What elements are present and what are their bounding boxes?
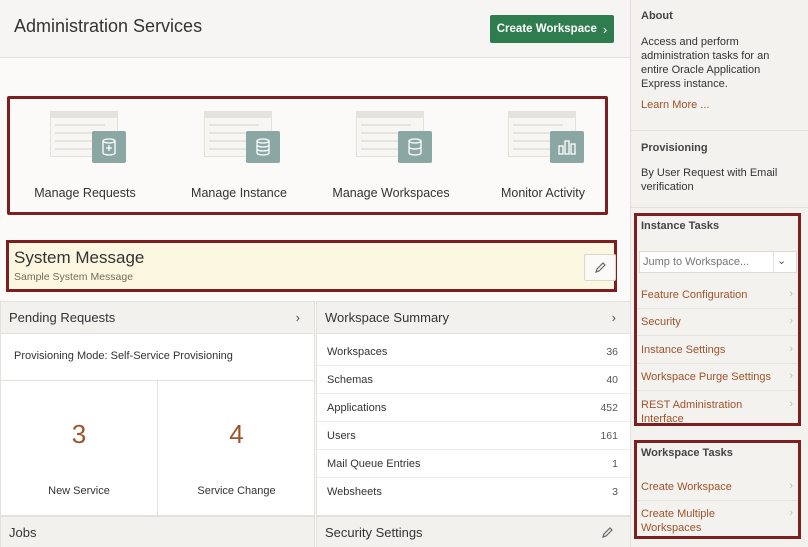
task-instance-settings[interactable]: Instance Settings bbox=[641, 343, 791, 357]
card-label: Monitor Activity bbox=[500, 186, 586, 200]
stat-service-change[interactable]: 4 Service Change bbox=[158, 380, 315, 516]
about-section: About Access and perform administration … bbox=[631, 0, 808, 131]
stat-new-service[interactable]: 3 New Service bbox=[1, 380, 158, 516]
learn-more-link[interactable]: Learn More ... bbox=[641, 98, 791, 112]
page-title: Administration Services bbox=[14, 16, 203, 36]
about-title: About bbox=[641, 10, 673, 22]
provisioning-title: Provisioning bbox=[641, 142, 708, 154]
pencil-icon[interactable] bbox=[601, 526, 614, 542]
chevron-right-icon[interactable]: › bbox=[296, 310, 300, 325]
region-title: Jobs bbox=[9, 525, 37, 540]
chevron-right-icon: › bbox=[789, 398, 793, 410]
summary-row[interactable]: Users 161 bbox=[317, 422, 630, 450]
card-label: Manage Requests bbox=[34, 186, 136, 200]
chevron-right-icon[interactable]: › bbox=[612, 310, 616, 325]
summary-row[interactable]: Applications 452 bbox=[317, 394, 630, 422]
region-title: Pending Requests bbox=[9, 310, 116, 325]
table-illustration bbox=[356, 111, 432, 163]
card-manage-requests[interactable]: Manage Requests bbox=[10, 99, 160, 212]
instance-tasks-title: Instance Tasks bbox=[641, 220, 720, 232]
table-illustration bbox=[204, 111, 280, 163]
chevron-right-icon: › bbox=[602, 21, 608, 37]
provisioning-mode-text: Provisioning Mode: Self-Service Provisio… bbox=[14, 350, 233, 362]
summary-row[interactable]: Mail Queue Entries 1 bbox=[317, 450, 630, 478]
chevron-right-icon: › bbox=[789, 343, 793, 355]
system-message-text: Sample System Message bbox=[14, 271, 134, 283]
task-rest-administration-interface[interactable]: REST Administration Interface bbox=[641, 398, 761, 426]
admin-cards: Manage Requests Manage Instance Manage W… bbox=[7, 96, 608, 215]
card-manage-instance[interactable]: Manage Instance bbox=[164, 99, 314, 212]
region-title: Workspace Summary bbox=[325, 310, 450, 325]
table-illustration bbox=[508, 111, 584, 163]
system-message: System Message Sample System Message bbox=[6, 240, 617, 292]
workspace-tasks-section: Workspace Tasks Create Workspace › Creat… bbox=[634, 440, 801, 539]
task-create-workspace[interactable]: Create Workspace bbox=[641, 480, 791, 494]
summary-row[interactable]: Schemas 40 bbox=[317, 366, 630, 394]
database-plus-icon bbox=[92, 131, 126, 163]
create-workspace-label: Create Workspace bbox=[496, 23, 597, 35]
page-header: Administration Services Create Workspace… bbox=[0, 0, 630, 58]
task-create-multiple-workspaces[interactable]: Create Multiple Workspaces bbox=[641, 507, 741, 535]
jump-to-workspace: ⌄ bbox=[639, 251, 797, 273]
provisioning-section: Provisioning By User Request with Email … bbox=[631, 131, 808, 208]
jump-to-workspace-input[interactable] bbox=[640, 252, 774, 272]
task-security[interactable]: Security bbox=[641, 315, 791, 329]
system-message-title: System Message bbox=[14, 248, 145, 267]
jobs-region: Jobs bbox=[0, 516, 315, 547]
provisioning-text: By User Request with Email verification bbox=[641, 167, 778, 193]
stat-value: 4 bbox=[229, 419, 244, 449]
card-monitor-activity[interactable]: Monitor Activity bbox=[468, 99, 618, 212]
region-title: Security Settings bbox=[325, 525, 423, 540]
card-label: Manage Workspaces bbox=[332, 186, 450, 200]
bar-chart-icon bbox=[550, 131, 584, 163]
about-text: Access and perform administration tasks … bbox=[641, 36, 770, 90]
database-icon bbox=[398, 131, 432, 163]
table-illustration bbox=[50, 111, 126, 163]
chevron-right-icon: › bbox=[789, 480, 793, 492]
chevron-right-icon: › bbox=[789, 507, 793, 519]
summary-row[interactable]: Workspaces 36 bbox=[317, 338, 630, 366]
card-manage-workspaces[interactable]: Manage Workspaces bbox=[316, 99, 466, 212]
summary-row[interactable]: Websheets 3 bbox=[317, 478, 630, 506]
chevron-right-icon: › bbox=[789, 315, 793, 327]
pending-requests-region: Pending Requests › Provisioning Mode: Se… bbox=[0, 301, 315, 516]
database-icon bbox=[246, 131, 280, 163]
pencil-icon bbox=[594, 262, 606, 273]
security-settings-region: Security Settings bbox=[316, 516, 631, 547]
stat-label: Service Change bbox=[197, 485, 276, 497]
chevron-down-icon[interactable]: ⌄ bbox=[777, 254, 786, 267]
workspace-tasks-title: Workspace Tasks bbox=[641, 447, 733, 459]
chevron-right-icon: › bbox=[789, 288, 793, 300]
edit-system-message-button[interactable] bbox=[584, 254, 616, 281]
task-feature-configuration[interactable]: Feature Configuration bbox=[641, 288, 791, 302]
card-label: Manage Instance bbox=[191, 186, 287, 200]
workspace-summary-region: Workspace Summary › Workspaces 36 Schemas… bbox=[316, 301, 631, 516]
stat-value: 3 bbox=[71, 419, 87, 449]
main-content: Administration Services Create Workspace… bbox=[0, 0, 631, 547]
create-workspace-button[interactable]: Create Workspace › bbox=[490, 15, 614, 43]
chevron-right-icon: › bbox=[789, 370, 793, 382]
stat-label: New Service bbox=[48, 485, 110, 497]
task-workspace-purge-settings[interactable]: Workspace Purge Settings bbox=[641, 370, 791, 384]
instance-tasks-section: Instance Tasks ⌄ Feature Configuration ›… bbox=[634, 213, 801, 426]
